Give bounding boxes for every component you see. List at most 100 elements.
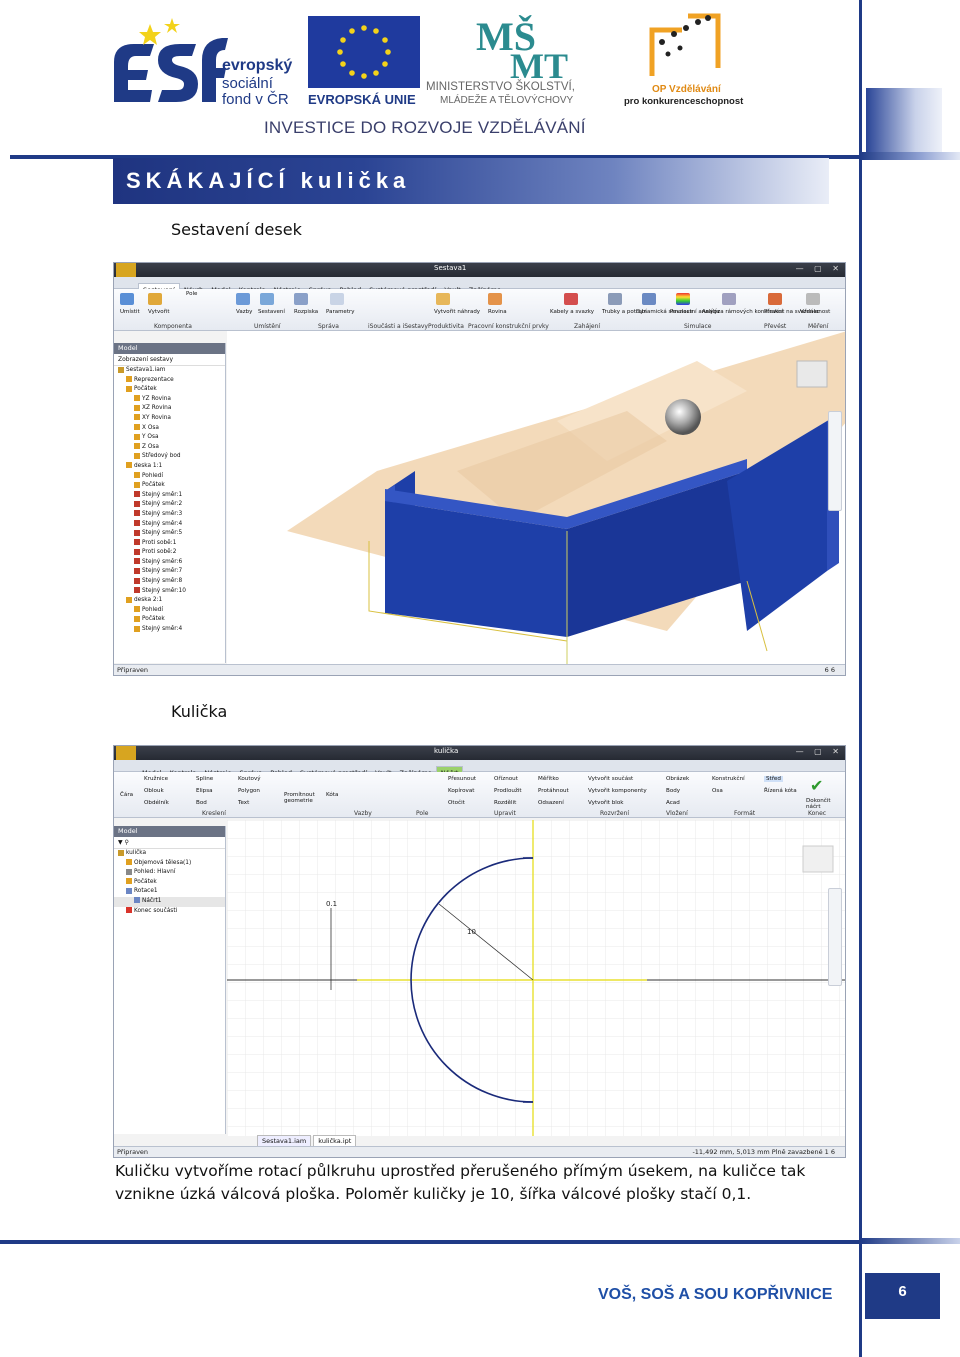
btn-pole[interactable]: Pole	[186, 291, 197, 297]
btn-protahnout[interactable]: Protáhnout	[538, 788, 569, 794]
tree-item[interactable]: Počátek	[114, 878, 225, 888]
tree-item[interactable]: Proti sobě:1	[114, 539, 225, 549]
tree-item[interactable]: Pohledí	[114, 472, 225, 482]
btn-vazby[interactable]: Vazby	[236, 309, 252, 315]
create-icon[interactable]	[148, 293, 162, 305]
tree-item[interactable]: deska 1:1	[114, 462, 225, 472]
btn-kabely[interactable]: Kabely a svazky	[550, 309, 594, 315]
plane-icon[interactable]	[488, 293, 502, 305]
btn-otocit[interactable]: Otočit	[448, 800, 465, 806]
browser-header[interactable]: Model	[114, 343, 225, 354]
btn-rozpiska[interactable]: Rozpiska	[294, 309, 318, 315]
btn-obrazek[interactable]: Obrázek	[666, 776, 689, 782]
tree-item[interactable]: YZ Rovina	[114, 395, 225, 405]
tree-item[interactable]: Počátek	[114, 385, 225, 395]
tree-item[interactable]: Stejný směr:3	[114, 510, 225, 520]
tree-item[interactable]: Náčrt1	[114, 896, 225, 907]
tree-item[interactable]: Stejný směr:1	[114, 491, 225, 501]
btn-kota[interactable]: Kóta	[326, 792, 338, 798]
app-menu-button[interactable]	[116, 263, 136, 277]
btn-sestaveni[interactable]: Sestavení	[258, 309, 285, 315]
btn-umistit[interactable]: Umístit	[120, 309, 140, 315]
tree-item[interactable]: Konec součásti	[114, 907, 225, 917]
finish-sketch-icon[interactable]: ✔	[810, 776, 823, 795]
tree-item[interactable]: kulička	[114, 849, 225, 859]
btn-konstrukcni[interactable]: Konstrukční	[712, 776, 745, 782]
tree-item[interactable]: Y Osa	[114, 433, 225, 443]
tree-item[interactable]: Stejný směr:8	[114, 577, 225, 587]
navigation-bar[interactable]	[828, 411, 842, 511]
btn-acad[interactable]: Acad	[666, 800, 680, 806]
btn-vytvorit-nahrady[interactable]: Vytvořit náhrady	[434, 309, 480, 315]
navigation-bar[interactable]	[828, 888, 842, 986]
btn-kopirovat[interactable]: Kopírovat	[448, 788, 474, 794]
tree-item[interactable]: Počátek	[114, 481, 225, 491]
window-controls[interactable]: — ▢ ✕	[796, 264, 843, 273]
btn-presunout[interactable]: Přesunout	[448, 776, 476, 782]
tree-item[interactable]: Pohledí	[114, 606, 225, 616]
tree-item[interactable]: Stejný směr:10	[114, 587, 225, 597]
tree-item[interactable]: Rotace1	[114, 887, 225, 897]
tree-item[interactable]: Pohled: Hlavní	[114, 868, 225, 878]
btn-vytvorit-blok[interactable]: Vytvořit blok	[588, 800, 624, 806]
tree-item[interactable]: Objemová tělesa(1)	[114, 859, 225, 869]
browser-search[interactable]: ▼ ⚲	[114, 837, 225, 849]
btn-spline[interactable]: Spline	[196, 776, 213, 782]
frame-analysis-icon[interactable]	[722, 293, 736, 305]
tree-item[interactable]: Stejný směr:4	[114, 625, 225, 635]
btn-obdelnik[interactable]: Obdélník	[144, 800, 169, 806]
app-menu-button[interactable]	[116, 746, 136, 760]
btn-bod[interactable]: Bod	[196, 800, 207, 806]
btn-body[interactable]: Body	[666, 788, 680, 794]
btn-koutovy[interactable]: Koutový	[238, 776, 261, 782]
btn-text[interactable]: Text	[238, 800, 249, 806]
tree-item[interactable]: Středový bod	[114, 452, 225, 462]
btn-vzdalenost[interactable]: Vzdálenost	[800, 309, 830, 315]
tube-icon[interactable]	[608, 293, 622, 305]
assemble-icon[interactable]	[260, 293, 274, 305]
btn-prodlouzit[interactable]: Prodloužit	[494, 788, 522, 794]
btn-parametry[interactable]: Parametry	[326, 309, 355, 315]
tree-item[interactable]: Stejný směr:6	[114, 558, 225, 568]
btn-rozdelit[interactable]: Rozdělit	[494, 800, 516, 806]
tree-item[interactable]: Stejný směr:2	[114, 500, 225, 510]
btn-vytvorit[interactable]: Vytvořit	[148, 309, 170, 315]
btn-elipsa[interactable]: Elipsa	[196, 788, 213, 794]
btn-cara[interactable]: Čára	[120, 792, 133, 798]
3d-viewport[interactable]	[227, 331, 845, 665]
btn-vytvorit-soucast[interactable]: Vytvořit součást	[588, 776, 633, 782]
btn-oriznout[interactable]: Oříznout	[494, 776, 518, 782]
window-controls[interactable]: — ▢ ✕	[796, 747, 843, 756]
weldment-icon[interactable]	[768, 293, 782, 305]
btn-stred[interactable]: Střed	[764, 776, 783, 782]
btn-polygon[interactable]: Polygon	[238, 788, 260, 794]
browser-filter[interactable]: Zobrazení sestavy	[114, 354, 225, 366]
tree-item[interactable]: Sestava1.iam	[114, 366, 225, 376]
btn-vytvorit-komponenty[interactable]: Vytvořit komponenty	[588, 788, 647, 794]
tree-item[interactable]: Stejný směr:5	[114, 529, 225, 539]
tree-item[interactable]: Reprezentace	[114, 376, 225, 386]
parameters-icon[interactable]	[330, 293, 344, 305]
stress-icon[interactable]	[676, 293, 690, 305]
tree-item[interactable]: Počátek	[114, 615, 225, 625]
place-icon[interactable]	[120, 293, 134, 305]
tree-item[interactable]: deska 2:1	[114, 596, 225, 606]
btn-osa[interactable]: Osa	[712, 788, 723, 794]
tree-item[interactable]: XZ Rovina	[114, 404, 225, 414]
tree-item[interactable]: X Osa	[114, 424, 225, 434]
btn-oblouk[interactable]: Oblouk	[144, 788, 164, 794]
tree-item[interactable]: Proti sobě:2	[114, 548, 225, 558]
measure-icon[interactable]	[806, 293, 820, 305]
browser-header[interactable]: Model	[114, 826, 225, 837]
cable-icon[interactable]	[564, 293, 578, 305]
btn-odsazeni[interactable]: Odsazení	[538, 800, 564, 806]
btn-rizena-kota[interactable]: Řízená kóta	[764, 788, 797, 794]
btn-rovina[interactable]: Rovina	[488, 309, 507, 315]
tree-item[interactable]: XY Rovina	[114, 414, 225, 424]
tree-item[interactable]: Stejný směr:4	[114, 520, 225, 530]
tree-item[interactable]: Stejný směr:7	[114, 567, 225, 577]
btn-dokoncit-nacrt[interactable]: Dokončit náčrt	[806, 798, 834, 810]
btn-kruznice[interactable]: Kružnice	[144, 776, 168, 782]
constrain-icon[interactable]	[236, 293, 250, 305]
btn-meritko[interactable]: Měřítko	[538, 776, 559, 782]
